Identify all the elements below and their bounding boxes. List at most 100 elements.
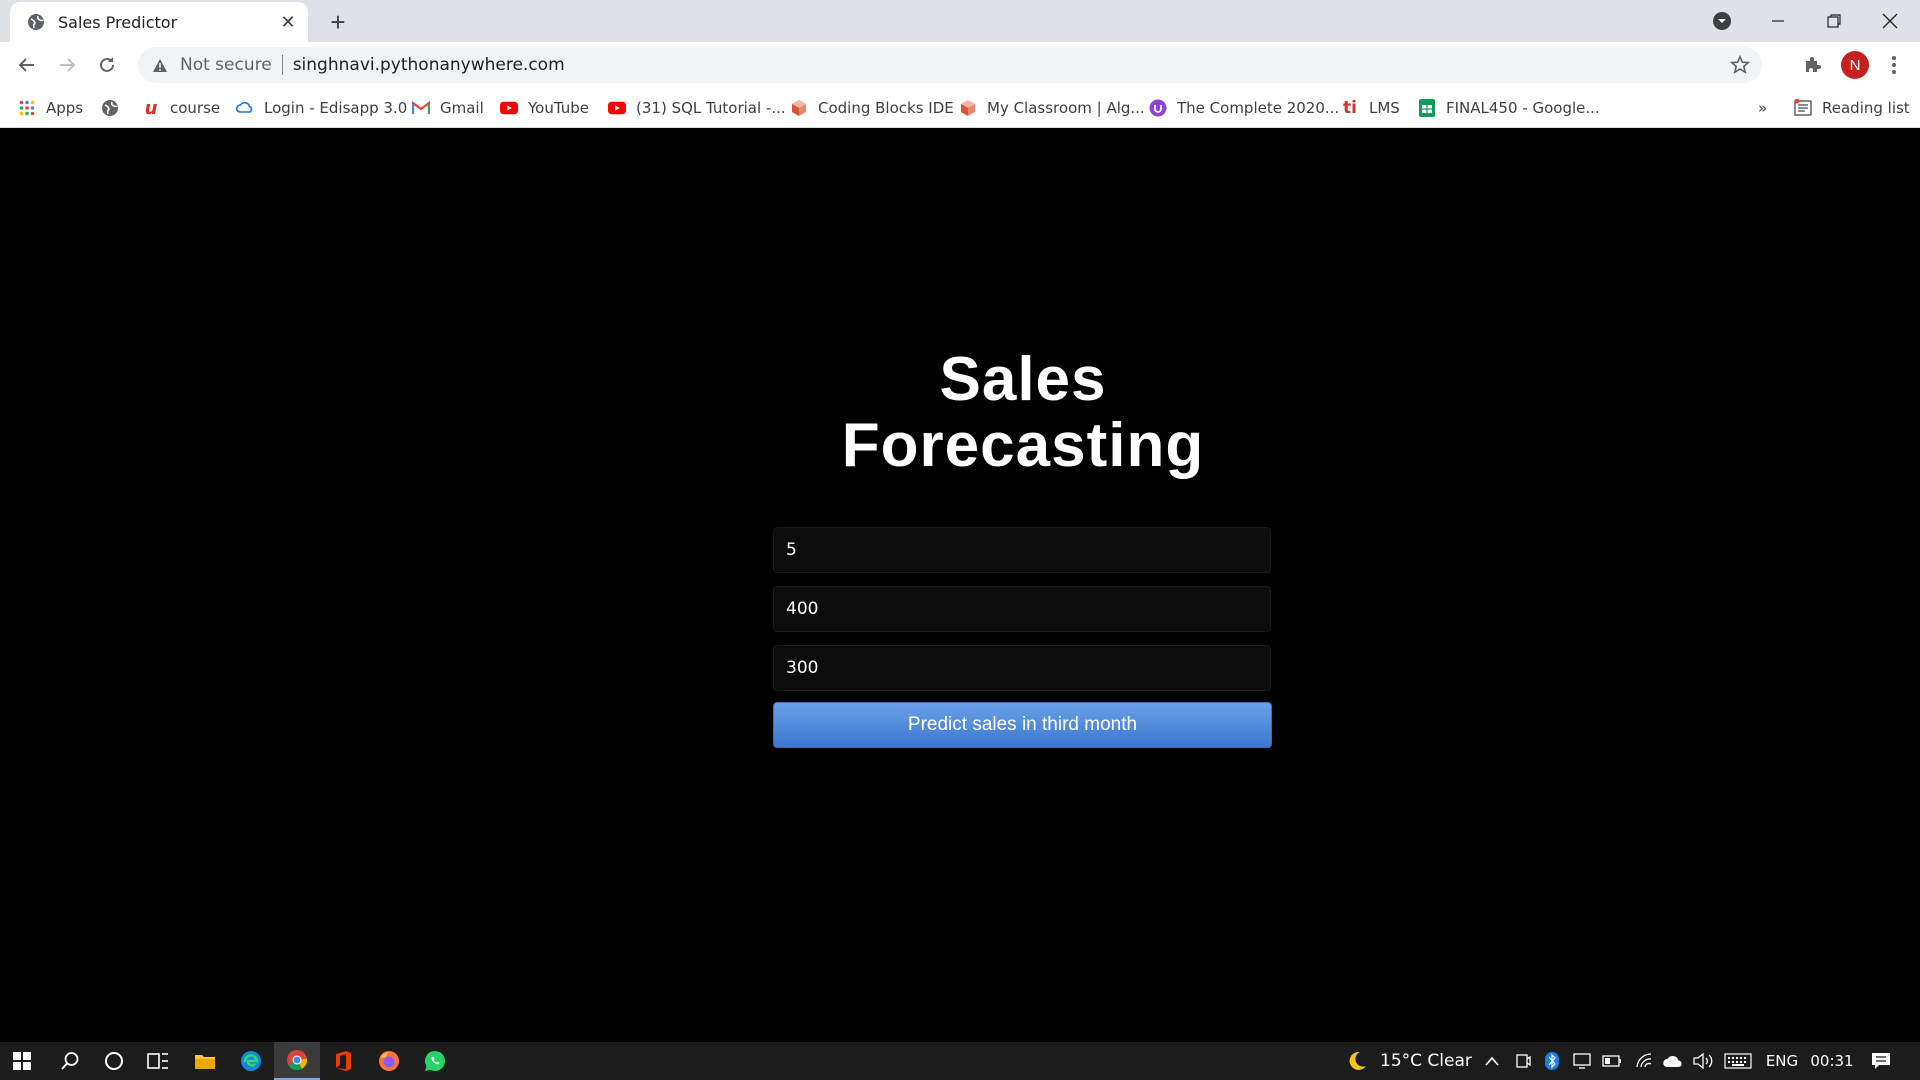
browser-tab[interactable]: Sales Predictor ✕ <box>10 2 308 42</box>
wifi-icon[interactable] <box>1632 1042 1656 1080</box>
bookmarks-bar: Apps u course Login - Edisapp 3.0 Gmail … <box>0 88 1920 128</box>
bookmark-label: course <box>170 99 221 117</box>
bookmark-udemy-course[interactable]: The Complete 2020... <box>1149 88 1339 128</box>
lms-icon: ti <box>1343 98 1357 118</box>
tab-search-button[interactable] <box>1694 0 1750 42</box>
bookmark-edisapp[interactable]: Login - Edisapp 3.0 <box>236 88 407 128</box>
cortana-button[interactable] <box>92 1042 136 1080</box>
course-logo-icon: u <box>144 97 158 119</box>
month1-sales-input[interactable]: 5 <box>773 527 1271 573</box>
tray-chevron-up-icon[interactable] <box>1480 1042 1504 1080</box>
bookmark-label: (31) SQL Tutorial -... <box>636 99 786 117</box>
bookmark-label: Gmail <box>440 99 484 117</box>
forward-arrow-icon <box>60 58 76 72</box>
udemy-icon <box>1149 99 1167 117</box>
kebab-menu-icon <box>1892 56 1896 74</box>
search-button[interactable] <box>48 1042 92 1080</box>
close-tab-icon[interactable]: ✕ <box>276 10 300 34</box>
bookmark-label: YouTube <box>528 99 589 117</box>
bookmark-label: Apps <box>46 99 84 117</box>
office-button[interactable] <box>320 1042 366 1080</box>
bluetooth-icon[interactable] <box>1541 1042 1563 1080</box>
start-button[interactable] <box>0 1042 44 1080</box>
restore-button[interactable] <box>1806 0 1862 42</box>
search-icon <box>61 1052 79 1070</box>
office-icon <box>336 1051 351 1071</box>
minimize-button[interactable] <box>1750 0 1806 42</box>
notifications-icon[interactable] <box>1866 1042 1896 1080</box>
whatsapp-button[interactable] <box>412 1042 458 1080</box>
folder-icon <box>195 1055 215 1069</box>
bookmarks-overflow[interactable]: » <box>1758 88 1767 128</box>
warning-triangle-icon[interactable] <box>150 58 170 73</box>
month3-sales-input[interactable]: 300 <box>773 645 1271 691</box>
bookmark-course[interactable]: u course <box>142 88 221 128</box>
youtube-icon <box>608 99 626 117</box>
sheets-icon <box>1418 99 1436 117</box>
bookmark-star-icon[interactable] <box>1722 55 1758 75</box>
youtube-icon <box>500 99 518 117</box>
windows-logo-icon <box>13 1052 31 1070</box>
file-explorer-button[interactable] <box>182 1042 228 1080</box>
task-view-button[interactable] <box>136 1042 180 1080</box>
restore-icon <box>1827 14 1841 28</box>
keyboard-icon[interactable] <box>1722 1042 1754 1080</box>
globe-icon <box>26 12 46 32</box>
reading-list-icon <box>1794 99 1812 117</box>
reload-icon <box>100 57 114 72</box>
task-view-icon <box>147 1053 168 1069</box>
close-window-button[interactable] <box>1862 0 1918 42</box>
bookmark-final450[interactable]: FINAL450 - Google... <box>1418 88 1600 128</box>
forward-button[interactable] <box>51 49 83 81</box>
bookmark-label: The Complete 2020... <box>1177 99 1340 117</box>
windows-taskbar: 15°C Clear ENG 00:31 <box>0 1042 1920 1080</box>
chrome-icon <box>287 1050 308 1071</box>
extensions-button[interactable] <box>1796 49 1828 81</box>
display-icon[interactable] <box>1570 1042 1594 1080</box>
page-content: Sales Forecasting 5 400 300 Predict sale… <box>0 128 1920 1042</box>
minimize-icon <box>1772 20 1784 22</box>
firefox-button[interactable] <box>366 1042 412 1080</box>
cube-icon <box>959 99 977 117</box>
bookmark-label: Login - Edisapp 3.0 <box>264 99 408 117</box>
cortana-circle-icon <box>105 1052 123 1070</box>
bookmark-globe[interactable] <box>101 88 129 128</box>
profile-avatar[interactable]: N <box>1841 51 1869 79</box>
bookmark-apps[interactable]: Apps <box>18 88 83 128</box>
bookmark-sql-tutorial[interactable]: (31) SQL Tutorial -... <box>608 88 786 128</box>
reading-list-label: Reading list <box>1822 99 1910 117</box>
chrome-button[interactable] <box>274 1042 320 1080</box>
globe-icon <box>101 99 119 117</box>
new-tab-button[interactable]: + <box>324 7 352 37</box>
clock[interactable]: 00:31 <box>1806 1042 1858 1080</box>
close-icon <box>1882 13 1898 29</box>
url-text[interactable]: singhnavi.pythonanywhere.com <box>293 55 1722 75</box>
meet-now-icon[interactable] <box>1512 1042 1534 1080</box>
bookmark-gmail[interactable]: Gmail <box>412 88 484 128</box>
battery-icon[interactable] <box>1600 1042 1624 1080</box>
tab-strip: Sales Predictor ✕ + <box>0 0 1920 42</box>
bookmark-coding-blocks[interactable]: Coding Blocks IDE <box>790 88 954 128</box>
security-label[interactable]: Not secure <box>180 55 272 75</box>
predict-button[interactable]: Predict sales in third month <box>773 702 1272 748</box>
weather-moon-icon[interactable] <box>1344 1042 1370 1080</box>
onedrive-cloud-icon[interactable] <box>1660 1042 1686 1080</box>
menu-button[interactable] <box>1878 49 1910 81</box>
bookmark-youtube[interactable]: YouTube <box>500 88 589 128</box>
title-line-1: Sales <box>939 345 1107 414</box>
language-indicator[interactable]: ENG <box>1762 1042 1802 1080</box>
bookmark-label: Coding Blocks IDE <box>818 99 954 117</box>
back-arrow-icon <box>18 58 34 72</box>
volume-icon[interactable] <box>1690 1042 1716 1080</box>
reading-list[interactable]: Reading list <box>1794 88 1910 128</box>
bookmark-lms[interactable]: ti LMS <box>1341 88 1400 128</box>
back-button[interactable] <box>11 49 43 81</box>
browser-toolbar: Not secure singhnavi.pythonanywhere.com … <box>0 42 1920 88</box>
tab-title: Sales Predictor <box>58 12 178 32</box>
edge-button[interactable] <box>228 1042 274 1080</box>
month2-sales-input[interactable]: 400 <box>773 586 1271 632</box>
reload-button[interactable] <box>91 49 123 81</box>
bookmark-my-classroom[interactable]: My Classroom | Alg... <box>959 88 1145 128</box>
address-separator <box>281 55 283 75</box>
address-bar[interactable]: Not secure singhnavi.pythonanywhere.com <box>138 47 1762 83</box>
